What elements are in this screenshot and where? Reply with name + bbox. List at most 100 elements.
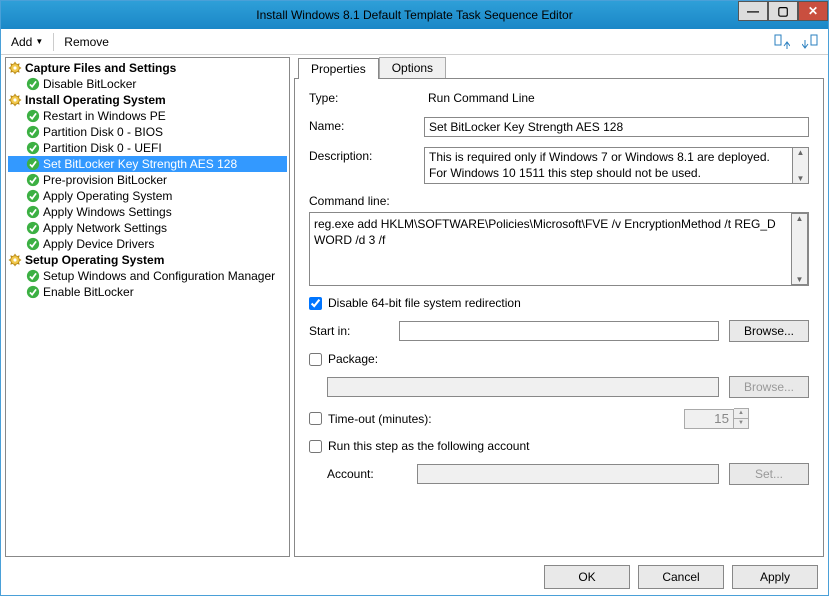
tree-item[interactable]: Apply Windows Settings	[8, 204, 287, 220]
titlebar: Install Windows 8.1 Default Template Tas…	[1, 1, 828, 29]
tree-item[interactable]: Setup Windows and Configuration Manager	[8, 268, 287, 284]
tree-group-label: Setup Operating System	[25, 253, 164, 267]
account-label: Account:	[327, 467, 407, 481]
tree-item-label: Apply Device Drivers	[43, 237, 154, 251]
details-panel: Properties Options Type: Run Command Lin…	[294, 57, 824, 557]
timeout-spinner: ▲▼	[684, 408, 749, 429]
maximize-button[interactable]: ▢	[768, 1, 798, 21]
move-down-button[interactable]	[798, 32, 822, 52]
add-label: Add	[11, 35, 32, 49]
commandline-label: Command line:	[309, 194, 809, 208]
tree-item-label: Restart in Windows PE	[43, 109, 166, 123]
apply-button[interactable]: Apply	[732, 565, 818, 589]
tree-item-label: Apply Operating System	[43, 189, 172, 203]
tree-item[interactable]: Enable BitLocker	[8, 284, 287, 300]
timeout-label: Time-out (minutes):	[328, 412, 678, 426]
scroll-up-icon[interactable]: ▲	[797, 148, 805, 157]
description-input[interactable]: This is required only if Windows 7 or Wi…	[424, 147, 792, 184]
tree-group[interactable]: Setup Operating System	[8, 252, 287, 268]
runas-label: Run this step as the following account	[328, 439, 529, 453]
tree-group[interactable]: Install Operating System	[8, 92, 287, 108]
package-input	[327, 377, 719, 397]
set-account-button: Set...	[729, 463, 809, 485]
runas-checkbox[interactable]	[309, 440, 322, 453]
footer: OK Cancel Apply	[1, 559, 828, 595]
cancel-button[interactable]: Cancel	[638, 565, 724, 589]
check-circle-icon	[26, 141, 40, 155]
tree-group-label: Install Operating System	[25, 93, 166, 107]
scroll-down-icon[interactable]: ▼	[796, 275, 804, 284]
task-tree[interactable]: Capture Files and Settings Disable BitLoc…	[5, 57, 290, 557]
minimize-button[interactable]: —	[738, 1, 768, 21]
check-circle-icon	[26, 125, 40, 139]
tree-group-label: Capture Files and Settings	[25, 61, 176, 75]
startin-row: Start in: Browse...	[309, 320, 809, 342]
disable64-label: Disable 64-bit file system redirection	[328, 296, 521, 310]
close-button[interactable]: ✕	[798, 1, 828, 21]
tree-item[interactable]: Partition Disk 0 - BIOS	[8, 124, 287, 140]
tree-item[interactable]: Partition Disk 0 - UEFI	[8, 140, 287, 156]
tree-item-label: Pre-provision BitLocker	[43, 173, 167, 187]
name-input[interactable]	[424, 117, 809, 137]
remove-button[interactable]: Remove	[60, 33, 113, 51]
remove-label: Remove	[64, 35, 109, 49]
commandline-box: reg.exe add HKLM\SOFTWARE\Policies\Micro…	[309, 212, 809, 286]
add-menu[interactable]: Add ▼	[7, 33, 47, 51]
package-checkbox[interactable]	[309, 353, 322, 366]
type-label: Type:	[309, 89, 414, 105]
account-row: Account: Set...	[327, 463, 809, 485]
description-scrollbar[interactable]: ▲▼	[792, 147, 809, 184]
tree-group[interactable]: Capture Files and Settings	[8, 60, 287, 76]
tree-item-label: Apply Network Settings	[43, 221, 167, 235]
tree-item[interactable]: Apply Operating System	[8, 188, 287, 204]
timeout-input	[684, 409, 734, 429]
ok-button[interactable]: OK	[544, 565, 630, 589]
scroll-up-icon[interactable]: ▲	[796, 214, 804, 223]
spin-down-icon: ▼	[734, 419, 748, 428]
check-circle-icon	[26, 109, 40, 123]
gear-icon	[8, 93, 22, 107]
startin-input[interactable]	[399, 321, 719, 341]
check-circle-icon	[26, 77, 40, 91]
tab-content: Type: Run Command Line Name: Description…	[294, 78, 824, 557]
tab-properties[interactable]: Properties	[298, 58, 379, 79]
description-label: Description:	[309, 147, 414, 163]
check-circle-icon	[26, 189, 40, 203]
description-row: Description: This is required only if Wi…	[309, 147, 809, 184]
move-up-button[interactable]	[770, 32, 794, 52]
commandline-input[interactable]: reg.exe add HKLM\SOFTWARE\Policies\Micro…	[310, 213, 791, 285]
timeout-checkbox[interactable]	[309, 412, 322, 425]
type-row: Type: Run Command Line	[309, 89, 809, 107]
timeout-row: Time-out (minutes): ▲▼	[309, 408, 809, 429]
chevron-down-icon: ▼	[35, 37, 43, 46]
disable64-checkbox[interactable]	[309, 297, 322, 310]
spin-up-icon: ▲	[734, 409, 748, 419]
startin-browse-button[interactable]: Browse...	[729, 320, 809, 342]
account-input	[417, 464, 719, 484]
tree-item[interactable]: Pre-provision BitLocker	[8, 172, 287, 188]
tree-item[interactable]: Disable BitLocker	[8, 76, 287, 92]
package-check-row: Package:	[309, 352, 809, 366]
tree-item-label: Enable BitLocker	[43, 285, 134, 299]
check-circle-icon	[26, 221, 40, 235]
timeout-spinner-buttons: ▲▼	[734, 408, 749, 429]
tree-item-label: Partition Disk 0 - BIOS	[43, 125, 163, 139]
check-circle-icon	[26, 157, 40, 171]
check-circle-icon	[26, 205, 40, 219]
startin-label: Start in:	[309, 324, 389, 338]
tree-item[interactable]: Restart in Windows PE	[8, 108, 287, 124]
tree-item[interactable]: Apply Network Settings	[8, 220, 287, 236]
tree-item-label: Disable BitLocker	[43, 77, 136, 91]
move-up-icon	[774, 34, 790, 50]
tree-item-label: Partition Disk 0 - UEFI	[43, 141, 162, 155]
tree-item[interactable]: Apply Device Drivers	[8, 236, 287, 252]
scroll-down-icon[interactable]: ▼	[797, 174, 805, 183]
commandline-scrollbar[interactable]: ▲▼	[791, 213, 808, 285]
toolbar-right	[770, 32, 822, 52]
gear-icon	[8, 61, 22, 75]
tree-item[interactable]: Set BitLocker Key Strength AES 128	[8, 156, 287, 172]
move-down-icon	[802, 34, 818, 50]
package-browse-button: Browse...	[729, 376, 809, 398]
tab-options[interactable]: Options	[379, 57, 446, 78]
tree-item-label: Apply Windows Settings	[43, 205, 172, 219]
